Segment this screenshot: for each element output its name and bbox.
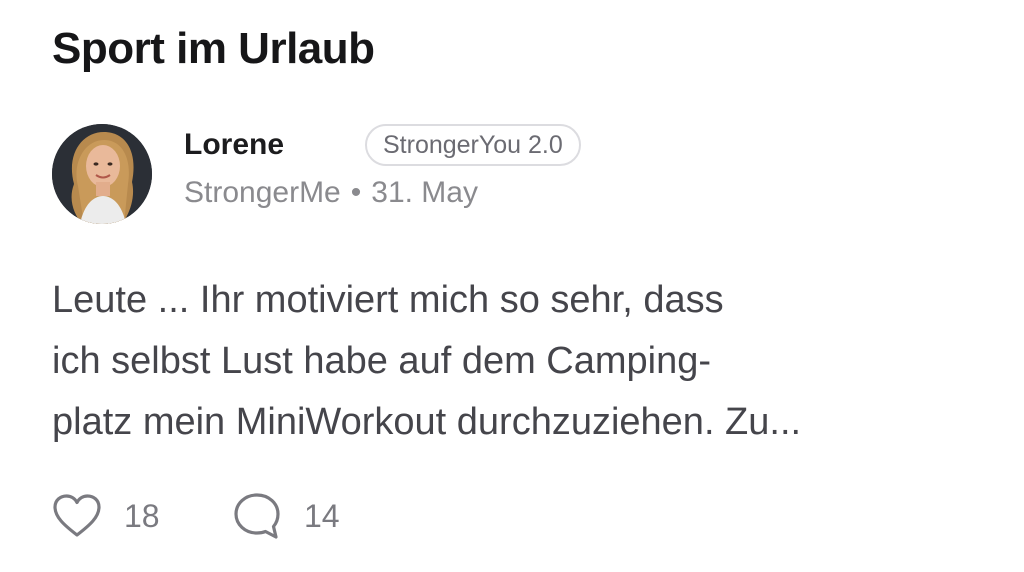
post-title[interactable]: Sport im Urlaub: [52, 24, 375, 74]
comment-icon[interactable]: [232, 491, 282, 541]
post-card[interactable]: Sport im Urlaub Lorene StrongerYou 2.0 S…: [52, 0, 992, 572]
like-button[interactable]: 18: [52, 490, 160, 542]
author-name[interactable]: Lorene: [184, 128, 284, 162]
author-avatar[interactable]: [52, 124, 152, 224]
post-meta: StrongerMe • 31. May: [184, 176, 478, 210]
post-body-line: platz mein MiniWorkout durchzuziehen. Zu…: [52, 401, 802, 443]
comment-button[interactable]: 14: [232, 490, 340, 542]
post-body[interactable]: Leute ... Ihr motiviert mich so sehr, da…: [52, 270, 932, 453]
group-name[interactable]: StrongerMe: [184, 176, 341, 209]
author-badge: StrongerYou 2.0: [365, 124, 581, 166]
meta-separator: •: [350, 176, 362, 209]
like-count: 18: [124, 497, 160, 534]
post-body-line: ich selbst Lust habe auf dem Camping-: [52, 340, 712, 382]
post-body-line: Leute ... Ihr motiviert mich so sehr, da…: [52, 279, 724, 321]
comment-count: 14: [304, 497, 340, 534]
post-actions: 18 14: [52, 490, 452, 542]
post-date: 31. May: [371, 176, 478, 209]
heart-icon[interactable]: [52, 493, 102, 539]
user-photo-icon: [52, 124, 152, 224]
